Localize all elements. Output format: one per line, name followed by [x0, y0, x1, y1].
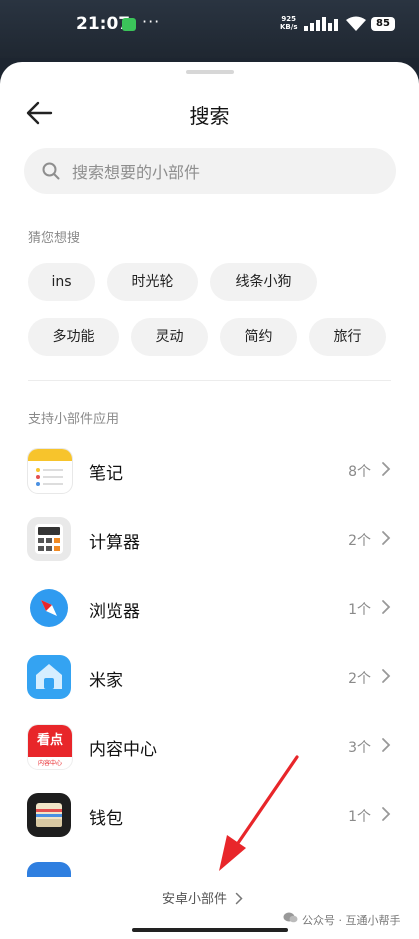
- app-row-partial[interactable]: [0, 855, 419, 877]
- network-speed: 925 KB/s: [280, 15, 297, 31]
- app-name-browser: 浏览器: [89, 602, 140, 622]
- mi-home-icon: [27, 655, 71, 699]
- app-name-wallet: 钱包: [89, 809, 123, 829]
- watermark: 公众号 · 互通小帮手: [283, 912, 401, 928]
- chevron-right-icon: [382, 807, 391, 821]
- sheet-drag-handle[interactable]: [186, 70, 234, 74]
- chevron-right-icon: [235, 892, 243, 905]
- chevron-right-icon: [382, 669, 391, 683]
- calculator-icon: [27, 517, 71, 561]
- widget-count-calculator: 2个: [348, 533, 371, 549]
- more-notifications-icon: ···: [142, 12, 161, 31]
- section-divider: [28, 380, 391, 381]
- app-name-notes: 笔记: [89, 464, 123, 484]
- wechat-official-account-icon: [283, 912, 298, 923]
- status-bar: 21:07 ··· 925 KB/s 85: [0, 0, 419, 58]
- chip-multifunction[interactable]: 多功能: [28, 318, 119, 356]
- network-speed-unit: KB/s: [280, 23, 298, 31]
- widget-count-content-center: 3个: [348, 740, 371, 756]
- app-row-content-center[interactable]: 看点 内容中心 内容中心 3个: [0, 717, 419, 777]
- chip-travel[interactable]: 旅行: [309, 318, 386, 356]
- widget-search-sheet: 搜索 猜您想搜 ins 时光轮 线条小狗 多功能 灵动 简约 旅行 支持小部件应…: [0, 62, 419, 939]
- app-name-mi-home: 米家: [89, 671, 123, 691]
- search-bar[interactable]: [24, 148, 396, 196]
- chevron-right-icon: [382, 600, 391, 614]
- android-widgets-link[interactable]: 安卓小部件: [162, 888, 243, 907]
- chip-simple[interactable]: 简约: [220, 318, 297, 356]
- network-speed-value: 925: [281, 15, 297, 23]
- chevron-right-icon: [382, 738, 391, 752]
- app-row-calculator[interactable]: 计算器 2个: [0, 510, 419, 570]
- chip-dynamic[interactable]: 灵动: [131, 318, 208, 356]
- content-icon-text: 看点: [28, 725, 72, 757]
- content-icon-subtext: 内容中心: [37, 760, 62, 767]
- search-icon: [42, 162, 60, 180]
- wallet-icon: [27, 793, 71, 837]
- app-name-content-center: 内容中心: [89, 740, 157, 760]
- widget-count-mi-home: 2个: [348, 671, 371, 687]
- app-row-notes[interactable]: 笔记 8个: [0, 441, 419, 501]
- app-row-browser[interactable]: 浏览器 1个: [0, 579, 419, 639]
- app-row-mi-home[interactable]: 米家 2个: [0, 648, 419, 708]
- chip-ins[interactable]: ins: [28, 263, 95, 301]
- search-input[interactable]: [70, 148, 374, 196]
- chip-line-puppy[interactable]: 线条小狗: [210, 263, 317, 301]
- app-row-wallet[interactable]: 钱包 1个: [0, 786, 419, 846]
- widget-count-notes: 8个: [348, 464, 371, 480]
- widget-count-wallet: 1个: [348, 809, 371, 825]
- suggestions-label: 猜您想搜: [28, 231, 81, 246]
- battery-indicator: 85: [371, 17, 395, 31]
- watermark-text: 公众号 · 互通小帮手: [302, 914, 401, 927]
- android-widgets-label: 安卓小部件: [162, 892, 228, 907]
- chevron-right-icon: [382, 531, 391, 545]
- app-icon-partial: [27, 862, 71, 877]
- wifi-icon: [346, 16, 366, 31]
- widget-count-browser: 1个: [348, 602, 371, 618]
- supported-apps-label: 支持小部件应用: [28, 412, 120, 427]
- notes-icon: [27, 448, 73, 494]
- content-center-icon: 看点 内容中心: [27, 724, 73, 770]
- chip-time-wheel[interactable]: 时光轮: [107, 263, 198, 301]
- app-name-calculator: 计算器: [89, 533, 140, 553]
- chevron-right-icon: [382, 462, 391, 476]
- page-title: 搜索: [189, 104, 230, 128]
- signal-icon: [304, 17, 338, 31]
- browser-compass-icon: [27, 586, 71, 630]
- chat-notification-icon: [122, 18, 136, 31]
- home-indicator[interactable]: [132, 928, 288, 932]
